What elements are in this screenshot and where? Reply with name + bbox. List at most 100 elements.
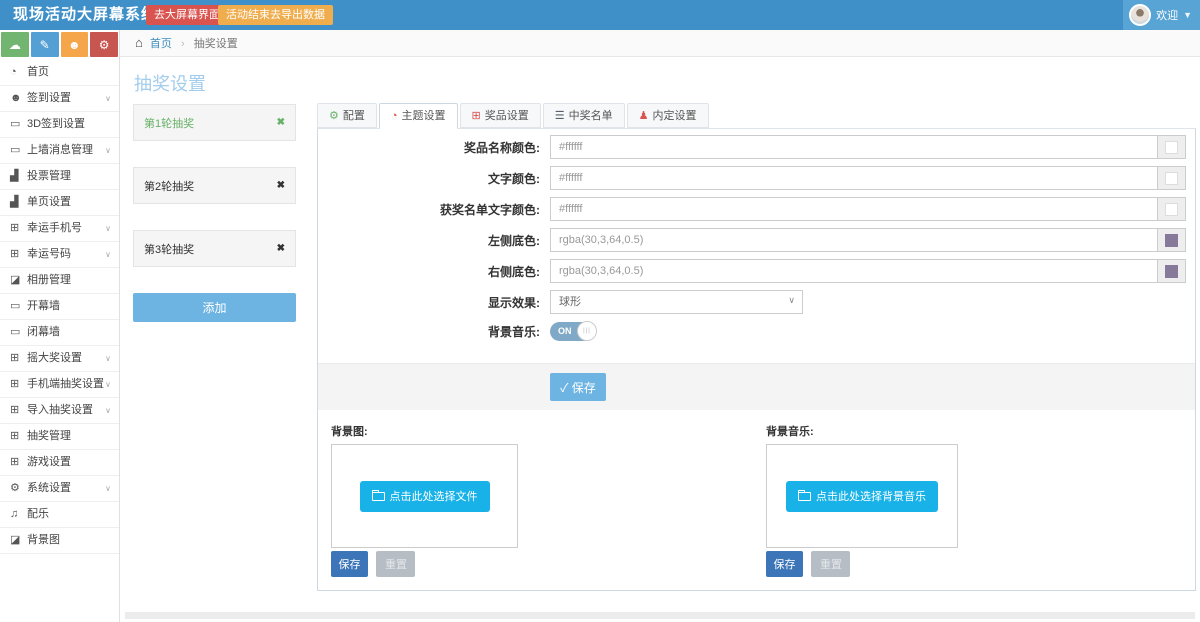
round-card[interactable]: 第1轮抽奖 ✖ — [133, 104, 296, 141]
chevron-down-icon: ∨ — [105, 476, 111, 501]
sidebar-item[interactable]: ◔首页 ∨ — [0, 60, 119, 86]
sidebar-menu: ◔首页 ∨ ☻签到设置 ∨ ▭3D签到设置 ∨ ▭上墙消息管理 ∨ ▟投票管理 … — [0, 60, 119, 554]
dashboard-icon: ◔ — [10, 60, 27, 85]
sidebar-item[interactable]: ⊞导入抽奖设置 ∨ — [0, 398, 119, 424]
upload-section: 背景图: 点击此处选择文件 保存 重置 — [331, 423, 518, 577]
upload-save-button[interactable]: 保存 — [331, 551, 368, 577]
add-round-button[interactable]: 添加 — [133, 293, 296, 322]
sidebar-item[interactable]: ▭开幕墙 ∨ — [0, 294, 119, 320]
close-icon[interactable]: ✖ — [277, 180, 285, 191]
display-effect-select[interactable]: 球形 — [550, 290, 803, 314]
chevron-down-icon: ∨ — [105, 372, 111, 397]
avatar — [1129, 4, 1151, 26]
gears-icon-button[interactable]: ⚙ — [90, 32, 118, 57]
round-card[interactable]: 第3轮抽奖 ✖ — [133, 230, 296, 267]
background-music-toggle[interactable]: ON ||| — [550, 322, 596, 341]
sidebar-item[interactable]: ☻签到设置 ∨ — [0, 86, 119, 112]
gift-icon: ⊞ — [10, 372, 27, 397]
home-icon: ⌂ — [135, 35, 143, 50]
sidebar-item[interactable]: ♫配乐 ∨ — [0, 502, 119, 528]
sidebar-item[interactable]: ⊞抽奖管理 ∨ — [0, 424, 119, 450]
chevron-down-icon: ∨ — [105, 216, 111, 241]
save-button[interactable]: ✓ 保存 — [550, 373, 606, 401]
chevron-down-icon: ∨ — [105, 242, 111, 267]
sidebar-item[interactable]: ⊞手机端抽奖设置 ∨ — [0, 372, 119, 398]
sidebar-item[interactable]: ⊞摇大奖设置 ∨ — [0, 346, 119, 372]
upload-reset-button[interactable]: 重置 — [376, 551, 415, 577]
theme-settings-form: 奖品名称颜色: 文字颜色: 获奖名单文字颜色: 左侧底色: — [318, 129, 1195, 410]
gift-icon: ⊞ — [10, 450, 27, 475]
sidebar-item[interactable]: ▭闭幕墙 ∨ — [0, 320, 119, 346]
quick-icon-bar: ☁✎☻⚙ — [0, 30, 119, 60]
upload-reset-button[interactable]: 重置 — [811, 551, 850, 577]
color-picker-addon[interactable] — [1158, 197, 1186, 221]
users-icon-button[interactable]: ☻ — [61, 32, 89, 57]
list-icon: ☰ — [555, 110, 565, 122]
signal-icon: ▟ — [10, 190, 27, 215]
sidebar-item[interactable]: ▭3D签到设置 ∨ — [0, 112, 119, 138]
choose-file-button[interactable]: 点击此处选择背景音乐 — [786, 481, 938, 512]
comment-icon-button[interactable]: ☁ — [1, 32, 29, 57]
color-picker-addon[interactable] — [1158, 135, 1186, 159]
chevron-down-icon: ∨ — [105, 346, 111, 371]
color-input[interactable] — [550, 259, 1158, 283]
form-row: 奖品名称颜色: — [318, 135, 1195, 159]
color-input[interactable] — [550, 166, 1158, 190]
sidebar-item[interactable]: ▟单页设置 ∨ — [0, 190, 119, 216]
tab-bar: ⚙配置 ◔主题设置 ⊞奖品设置 ☰中奖名单 ♟内定设置 — [317, 103, 1196, 129]
color-picker-addon[interactable] — [1158, 228, 1186, 252]
desktop-icon: ▭ — [10, 320, 27, 345]
color-input[interactable] — [550, 197, 1158, 221]
pencil-icon-button[interactable]: ✎ — [31, 32, 59, 57]
color-input[interactable] — [550, 135, 1158, 159]
upload-save-button[interactable]: 保存 — [766, 551, 803, 577]
upload-dropzone[interactable]: 点击此处选择背景音乐 — [766, 444, 958, 548]
dashboard-icon: ◔ — [391, 110, 398, 122]
user-icon: ♟ — [639, 110, 649, 122]
sidebar-item[interactable]: ⊞幸运号码 ∨ — [0, 242, 119, 268]
sidebar: ☁✎☻⚙ ◔首页 ∨ ☻签到设置 ∨ ▭3D签到设置 ∨ ▭上墙消息管理 ∨ ▟… — [0, 30, 120, 622]
color-input[interactable] — [550, 228, 1158, 252]
sidebar-item[interactable]: ◪相册管理 ∨ — [0, 268, 119, 294]
chevron-down-icon: ∨ — [105, 398, 111, 423]
tab-list[interactable]: ☰中奖名单 — [543, 103, 625, 128]
music-icon: ♫ — [10, 502, 27, 527]
tab-user[interactable]: ♟内定设置 — [627, 103, 709, 128]
choose-file-button[interactable]: 点击此处选择文件 — [360, 481, 490, 512]
tab-gear[interactable]: ⚙配置 — [317, 103, 377, 128]
round-card[interactable]: 第2轮抽奖 ✖ — [133, 167, 296, 204]
color-picker-addon[interactable] — [1158, 259, 1186, 283]
gift-icon: ⊞ — [10, 398, 27, 423]
gear-icon: ⚙ — [10, 476, 27, 501]
upload-section: 背景音乐: 点击此处选择背景音乐 保存 重置 — [766, 423, 958, 577]
form-row: 右侧底色: — [318, 259, 1195, 283]
desktop-icon: ▭ — [10, 138, 27, 163]
breadcrumb-home-link[interactable]: 首页 — [150, 38, 172, 50]
tab-dashboard[interactable]: ◔主题设置 — [379, 103, 458, 129]
sidebar-item[interactable]: ⊞幸运手机号 ∨ — [0, 216, 119, 242]
folder-icon — [372, 492, 385, 501]
user-menu[interactable]: 欢迎 ▼ — [1123, 0, 1200, 30]
upload-sections: 背景图: 点击此处选择文件 保存 重置 背景音乐: 点击此处选择背景音乐 保存 — [318, 423, 1195, 577]
form-actions: ✓ 保存 — [318, 363, 1195, 410]
color-picker-addon[interactable] — [1158, 166, 1186, 190]
goto-big-screen-button[interactable]: 去大屏幕界面 — [146, 5, 228, 25]
gift-icon: ⊞ — [10, 424, 27, 449]
close-icon[interactable]: ✖ — [277, 117, 285, 128]
desktop-icon: ▭ — [10, 294, 27, 319]
sidebar-item[interactable]: ⊞游戏设置 ∨ — [0, 450, 119, 476]
form-row: 文字颜色: — [318, 166, 1195, 190]
close-icon[interactable]: ✖ — [277, 243, 285, 254]
footer-divider — [125, 612, 1195, 619]
upload-dropzone[interactable]: 点击此处选择文件 — [331, 444, 518, 548]
sidebar-item[interactable]: ◪背景图 ∨ — [0, 528, 119, 554]
export-data-button[interactable]: 活动结束去导出数据 — [218, 5, 333, 25]
sidebar-item[interactable]: ▭上墙消息管理 ∨ — [0, 138, 119, 164]
users-icon: ☻ — [10, 86, 27, 111]
form-row: 获奖名单文字颜色: — [318, 197, 1195, 221]
sidebar-item[interactable]: ⚙系统设置 ∨ — [0, 476, 119, 502]
sidebar-item[interactable]: ▟投票管理 ∨ — [0, 164, 119, 190]
tab-gift[interactable]: ⊞奖品设置 — [460, 103, 541, 128]
desktop-icon: ▭ — [10, 112, 27, 137]
settings-panel: ⚙配置 ◔主题设置 ⊞奖品设置 ☰中奖名单 ♟内定设置 奖品名称颜色: 文字颜色… — [317, 103, 1196, 591]
